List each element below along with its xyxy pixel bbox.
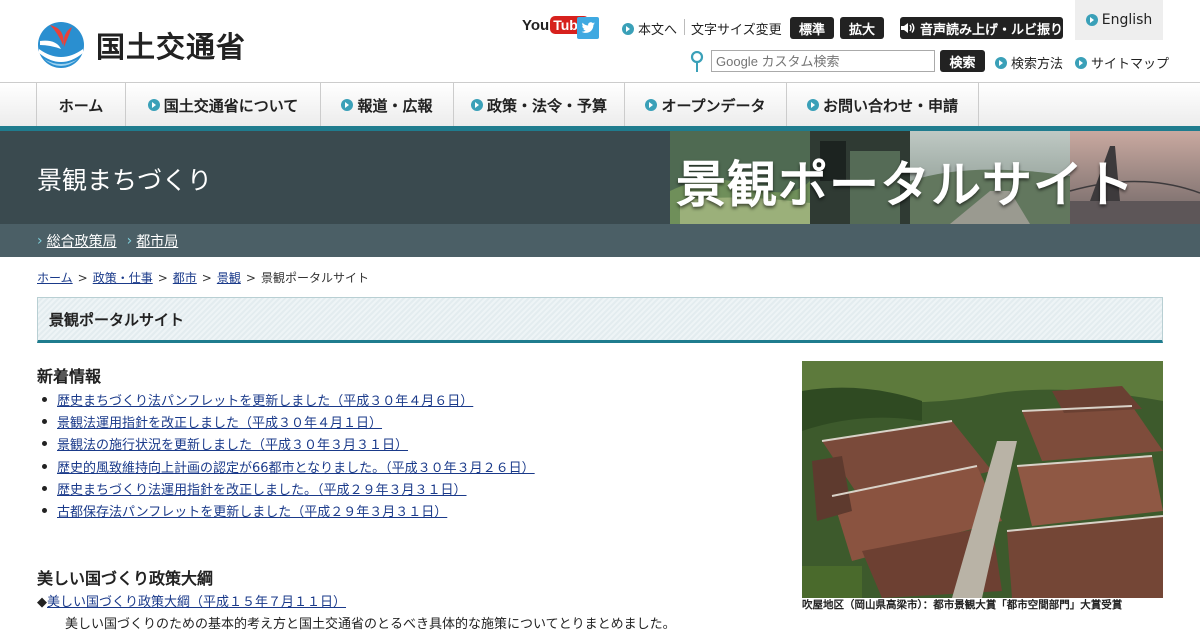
location-pin-icon <box>690 51 704 72</box>
speech-ruby-button[interactable]: 音声読み上げ・ルビ振り <box>900 17 1063 39</box>
featured-photo <box>802 361 1163 598</box>
nav-home[interactable]: ホーム <box>37 83 126 127</box>
sitemap-link[interactable]: サイトマップ <box>1075 53 1169 72</box>
search-method-label: 検索方法 <box>1011 57 1064 72</box>
youtube-you-text: You <box>522 16 550 34</box>
photo-caption: 吹屋地区（岡山県高梁市）：都市景観大賞「都市空間部門」大賞受賞 <box>802 599 1123 611</box>
news-item: 古都保存法パンフレットを更新しました（平成２９年３月３１日） <box>37 499 535 521</box>
page-title: 景観ポータルサイト <box>37 297 1163 343</box>
speaker-icon <box>900 23 915 33</box>
arrow-circle-icon <box>1075 56 1087 69</box>
breadcrumb-landscape[interactable]: 景観 <box>217 271 241 285</box>
news-item: 景観法の施行状況を更新しました（平成３０年３月３１日） <box>37 433 535 455</box>
news-heading: 新着情報 <box>37 367 102 386</box>
nav-contact[interactable]: お問い合わせ・申請 <box>787 83 979 127</box>
twitter-link[interactable] <box>577 17 599 39</box>
news-list: 歴史まちづくり法パンフレットを更新しました（平成３０年４月６日） 景観法運用指針… <box>37 388 535 522</box>
nav-about-label: 国土交通省について <box>163 96 299 115</box>
news-link[interactable]: 歴史的風致維持向上計画の認定が66都市となりました。（平成３０年３月２６日） <box>57 457 535 476</box>
font-size-label: 文字サイズ変更 <box>691 23 782 38</box>
font-large-button[interactable]: 拡大 <box>840 17 884 39</box>
news-link[interactable]: 歴史まちづくり法運用指針を改正しました。（平成２９年３月３１日） <box>57 479 467 498</box>
global-nav: ホーム 国土交通省について 報道・広報 政策・法令・予算 オープンデータ お問い… <box>0 82 1200 127</box>
arrow-circle-icon <box>806 99 819 111</box>
nav-policy[interactable]: 政策・法令・予算 <box>454 83 625 127</box>
search-button[interactable]: 検索 <box>940 50 985 72</box>
breadcrumb-separator: > <box>245 271 256 285</box>
bureau-link-policy[interactable]: › 総合政策局 <box>37 231 117 251</box>
global-nav-items: ホーム 国土交通省について 報道・広報 政策・法令・予算 オープンデータ お問い… <box>36 83 979 127</box>
policy-heading: 美しい国づくり政策大綱 <box>37 569 214 588</box>
news-link[interactable]: 景観法の施行状況を更新しました（平成３０年３月３１日） <box>57 434 408 453</box>
speech-ruby-label: 音声読み上げ・ルビ振り <box>919 22 1063 38</box>
bullet-icon <box>42 463 47 469</box>
bureau-link-city-label: 都市局 <box>136 233 179 250</box>
arrow-circle-icon <box>470 99 483 111</box>
nav-about[interactable]: 国土交通省について <box>126 83 321 127</box>
news-item: 歴史的風致維持向上計画の認定が66都市となりました。（平成３０年３月２６日） <box>37 455 535 477</box>
sitemap-label: サイトマップ <box>1091 57 1170 72</box>
bullet-icon <box>42 396 47 402</box>
breadcrumb-current: 景観ポータルサイト <box>260 271 369 285</box>
nav-opendata[interactable]: オープンデータ <box>625 83 787 127</box>
site-header: 国土交通省 You Tube 本文へ 文字サイズ変更 標準 拡大 音声読み上げ・… <box>0 0 1200 82</box>
nav-contact-label: お問い合わせ・申請 <box>822 96 958 115</box>
chevron-right-icon: › <box>126 232 133 249</box>
english-link[interactable]: English <box>1075 0 1163 40</box>
bullet-icon <box>42 418 47 424</box>
breadcrumb: ホーム > 政策・仕事 > 都市 > 景観 > 景観ポータルサイト <box>37 269 369 286</box>
search-method-link[interactable]: 検索方法 <box>995 53 1063 72</box>
logo-text: 国土交通省 <box>96 30 247 64</box>
policy-description: 美しい国づくりのための基本的考え方と国土交通省のとるべき具体的な施策についてとり… <box>65 617 676 630</box>
policy-link[interactable]: 美しい国づくり政策大綱（平成１５年７月１１日） <box>47 595 346 610</box>
mlit-logo-icon <box>38 22 84 68</box>
nav-policy-label: 政策・法令・予算 <box>486 96 607 115</box>
news-item: 景観法運用指針を改正しました（平成３０年４月１日） <box>37 410 535 432</box>
chevron-right-icon: › <box>37 232 43 249</box>
bureau-link-city[interactable]: › 都市局 <box>127 231 179 251</box>
arrow-circle-icon <box>341 99 354 111</box>
skip-to-content-link[interactable]: 本文へ <box>622 19 677 38</box>
divider <box>684 19 685 35</box>
breadcrumb-separator: > <box>201 271 212 285</box>
diamond-bullet-icon: ◆ <box>37 595 47 610</box>
section-banner: 景観まちづくり 景観ポータルサイト <box>0 131 1200 224</box>
news-link[interactable]: 景観法運用指針を改正しました（平成３０年４月１日） <box>57 412 382 431</box>
news-item: 歴史まちづくり法運用指針を改正しました。（平成２９年３月３１日） <box>37 477 535 499</box>
arrow-circle-icon <box>995 56 1007 69</box>
arrow-circle-icon <box>147 99 160 111</box>
font-standard-button[interactable]: 標準 <box>790 17 834 39</box>
arrow-circle-icon <box>645 99 658 111</box>
bureau-links: › 総合政策局 › 都市局 <box>0 224 1200 257</box>
arrow-circle-icon <box>1085 14 1098 26</box>
search-input[interactable] <box>711 50 935 72</box>
bullet-icon <box>42 441 47 447</box>
arrow-circle-icon <box>622 22 634 35</box>
news-item: 歴史まちづくり法パンフレットを更新しました（平成３０年４月６日） <box>37 388 535 410</box>
mlit-logo[interactable]: 国土交通省 <box>36 19 246 71</box>
nav-press-label: 報道・広報 <box>357 96 433 115</box>
nav-press[interactable]: 報道・広報 <box>321 83 454 127</box>
section-title: 景観まちづくり <box>37 166 213 195</box>
news-link[interactable]: 歴史まちづくり法パンフレットを更新しました（平成３０年４月６日） <box>57 390 473 409</box>
nav-opendata-label: オープンデータ <box>661 96 766 115</box>
bullet-icon <box>42 485 47 491</box>
bullet-icon <box>42 508 47 514</box>
nav-home-label: ホーム <box>58 96 104 115</box>
policy-link-row: ◆美しい国づくり政策大綱（平成１５年７月１１日） <box>37 591 346 610</box>
breadcrumb-policy[interactable]: 政策・仕事 <box>93 271 153 285</box>
breadcrumb-separator: > <box>77 271 88 285</box>
news-link[interactable]: 古都保存法パンフレットを更新しました（平成２９年３月３１日） <box>57 501 447 520</box>
bureau-link-policy-label: 総合政策局 <box>46 233 117 250</box>
english-label: English <box>1101 12 1153 28</box>
twitter-bird-icon <box>581 22 595 33</box>
skip-to-content-label: 本文へ <box>638 23 678 38</box>
breadcrumb-home[interactable]: ホーム <box>37 271 73 285</box>
breadcrumb-city[interactable]: 都市 <box>173 271 197 285</box>
breadcrumb-separator: > <box>157 271 168 285</box>
portal-site-heading: 景観ポータルサイト <box>676 156 1135 214</box>
